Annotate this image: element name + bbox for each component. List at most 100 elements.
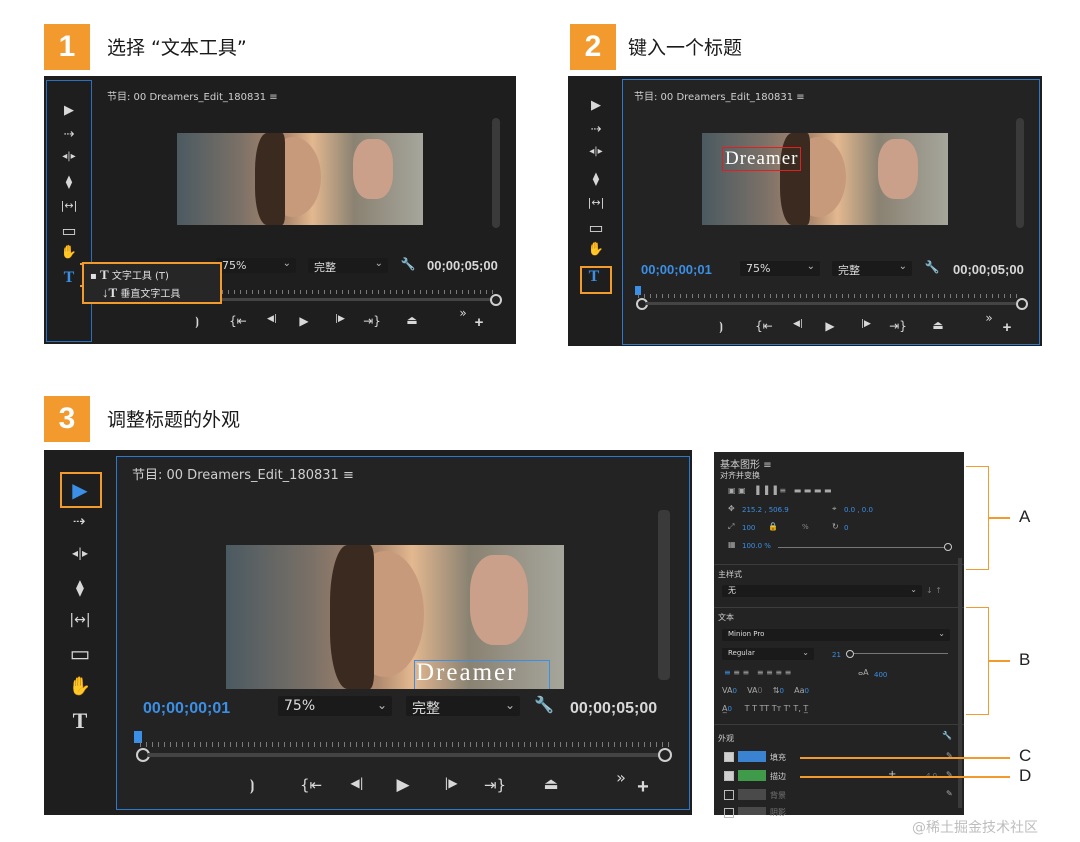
go-to-in-button[interactable]: {⇤ — [754, 319, 774, 333]
shadow-color-swatch[interactable] — [738, 807, 766, 815]
fill-checkbox[interactable] — [724, 752, 734, 762]
export-frame-button[interactable]: ⏏ — [538, 774, 564, 793]
tracking-value[interactable]: 400 — [874, 671, 887, 679]
font-size-slider-handle[interactable] — [846, 650, 854, 658]
rectangle-tool-icon[interactable]: ▭ — [586, 218, 606, 237]
appearance-wrench-icon[interactable]: 🔧 — [942, 731, 952, 740]
go-to-out-button[interactable]: ⇥} — [482, 776, 508, 794]
slip-tool-icon[interactable]: |↔| — [57, 199, 81, 212]
more-button[interactable]: » — [456, 306, 470, 320]
add-button[interactable]: + — [472, 314, 486, 331]
selection-tool-icon[interactable]: ▶ — [68, 478, 92, 502]
scrub-end-handle[interactable] — [658, 748, 672, 762]
monitor-menu-icon[interactable]: ≡ — [796, 92, 804, 103]
step-back-button[interactable]: ◀| — [344, 776, 370, 790]
add-stroke-icon[interactable]: + — [888, 769, 896, 780]
title-text[interactable]: Dreamer — [722, 147, 802, 171]
wrench-icon[interactable]: 🔧 — [400, 257, 416, 271]
slip-tool-icon[interactable]: |↔| — [584, 196, 608, 209]
stroke-eyedropper-icon[interactable]: ✎ — [946, 770, 953, 779]
selection-tool-icon[interactable]: ▶ — [588, 98, 604, 113]
stroke-color-swatch[interactable] — [738, 770, 766, 781]
play-button[interactable]: ▶ — [392, 775, 414, 795]
ripple-edit-tool-icon[interactable]: ◂|▸ — [584, 146, 608, 157]
fill-color-swatch[interactable] — [738, 751, 766, 762]
hand-tool-icon[interactable]: ✋ — [586, 242, 606, 257]
monitor-menu-icon[interactable]: ≡ — [269, 92, 277, 103]
align-buttons[interactable]: ▣ ▣ ▐ ▐ ▐ ≡ ▬ ▬ ▬ ▬ — [728, 486, 832, 495]
panel-scrollbar[interactable] — [958, 558, 962, 808]
slip-tool-icon[interactable]: |↔| — [64, 612, 96, 628]
track-select-tool-icon[interactable]: ⇢ — [59, 127, 79, 142]
wrench-icon[interactable]: 🔧 — [924, 260, 940, 274]
anchor-value[interactable]: 0.0 , 0.0 — [844, 506, 873, 514]
razor-tool-icon[interactable]: ⧫ — [61, 175, 77, 190]
play-button[interactable]: ▶ — [822, 319, 838, 333]
export-frame-button[interactable]: ⏏ — [928, 318, 948, 332]
baseline-row[interactable]: A̲0 T T TT Tт T' T, T̲ — [722, 704, 808, 713]
background-color-swatch[interactable] — [738, 789, 766, 800]
go-to-in-button[interactable]: {⇤ — [298, 776, 324, 794]
track-select-tool-icon[interactable]: ⇢ — [586, 122, 606, 137]
current-timecode[interactable]: 00;00;00;01 — [143, 700, 230, 718]
step-forward-button[interactable]: |▶ — [438, 776, 464, 790]
scrub-bar[interactable] — [646, 302, 1016, 305]
zoom-select[interactable]: 75% ⌄ — [740, 261, 820, 276]
panel-menu-icon[interactable]: ≡ — [763, 460, 771, 471]
mark-in-button[interactable]: ⦘ — [190, 314, 204, 329]
menu-item-vertical-type-tool[interactable]: ↓T 垂直文字工具 — [102, 285, 180, 301]
zoom-select[interactable]: 75% ⌄ — [216, 258, 296, 273]
ripple-edit-tool-icon[interactable]: ◂|▸ — [64, 546, 96, 560]
razor-tool-icon[interactable]: ⧫ — [588, 172, 604, 187]
scrub-end-handle[interactable] — [490, 294, 502, 306]
go-to-in-button[interactable]: {⇤ — [228, 314, 248, 328]
hand-tool-icon[interactable]: ✋ — [66, 676, 94, 697]
monitor-menu-icon[interactable]: ≡ — [343, 468, 354, 483]
rectangle-tool-icon[interactable]: ▭ — [59, 221, 79, 240]
type-tool-icon[interactable]: T — [59, 269, 79, 287]
style-actions[interactable]: ↓ ↑ — [926, 586, 942, 595]
quality-select[interactable]: 完整 ⌄ — [832, 261, 912, 277]
background-checkbox[interactable] — [724, 790, 734, 800]
master-style-select[interactable]: 无 ⌄ — [722, 585, 922, 597]
scale-value[interactable]: 100 — [742, 524, 755, 532]
step-forward-button[interactable]: |▶ — [856, 319, 876, 329]
razor-tool-icon[interactable]: ⧫ — [68, 578, 92, 597]
current-timecode[interactable]: 00;00;00;01 — [641, 262, 712, 277]
monitor-scrollbar[interactable] — [492, 118, 500, 228]
opacity-slider[interactable] — [778, 547, 946, 548]
position-value[interactable]: 215.2 , 506.9 — [742, 506, 789, 514]
mark-in-button[interactable]: ⦘ — [244, 776, 260, 794]
lock-icon[interactable]: 🔒 — [768, 522, 778, 531]
scrub-end-handle[interactable] — [1016, 298, 1028, 310]
text-align-buttons[interactable]: ≡ ≡ ≡ ≡ ≡ ≡ ≡ — [724, 668, 791, 677]
export-frame-button[interactable]: ⏏ — [402, 313, 422, 327]
zoom-select[interactable]: 75% ⌄ — [278, 696, 392, 716]
menu-item-type-tool[interactable]: ▪ T 文字工具 (T) — [90, 267, 169, 283]
add-button[interactable]: + — [1000, 319, 1014, 336]
rectangle-tool-icon[interactable]: ▭ — [66, 642, 94, 667]
wrench-icon[interactable]: 🔧 — [534, 695, 554, 714]
ripple-edit-tool-icon[interactable]: ◂|▸ — [57, 151, 81, 162]
background-eyedropper-icon[interactable]: ✎ — [946, 789, 953, 798]
quality-select[interactable]: 完整 ⌄ — [308, 258, 388, 274]
shadow-checkbox[interactable] — [724, 808, 734, 818]
title-text[interactable]: Dreamer — [416, 659, 517, 687]
go-to-out-button[interactable]: ⇥} — [362, 314, 382, 328]
kerning-row[interactable]: VA0 VA0 ⇅0 Aa0 — [722, 686, 809, 695]
play-button[interactable]: ▶ — [296, 314, 312, 328]
opacity-value[interactable]: 100.0 % — [742, 542, 771, 550]
hand-tool-icon[interactable]: ✋ — [59, 245, 79, 260]
selection-tool-icon[interactable]: ▶ — [61, 103, 77, 118]
step-forward-button[interactable]: |▶ — [330, 314, 350, 324]
step-back-button[interactable]: ◀| — [262, 314, 282, 324]
quality-select[interactable]: 完整 ⌄ — [406, 696, 520, 717]
rotation-value[interactable]: 0 — [844, 524, 848, 532]
step-back-button[interactable]: ◀| — [788, 319, 808, 329]
add-button[interactable]: + — [634, 776, 652, 799]
fill-eyedropper-icon[interactable]: ✎ — [946, 751, 953, 760]
more-button[interactable]: » — [612, 768, 630, 787]
scrub-bar[interactable] — [148, 753, 660, 757]
track-select-tool-icon[interactable]: ⇢ — [66, 512, 92, 530]
font-select[interactable]: Minion Pro ⌄ — [722, 629, 950, 641]
